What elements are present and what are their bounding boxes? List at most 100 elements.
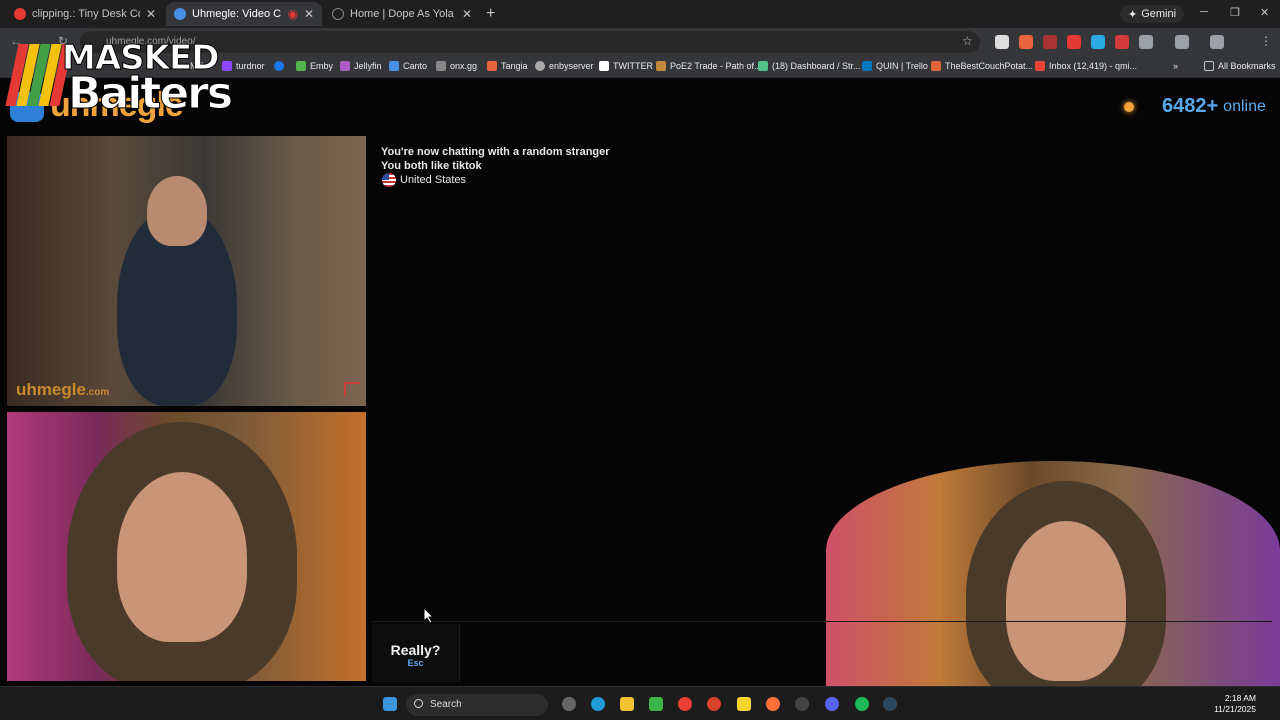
tab-dope-as-yola[interactable]: Home | Dope As Yola ✕ (324, 2, 480, 26)
page-content: uhmegle 6482+ online uhmegle.com You're … (0, 38, 1280, 686)
onx-icon (436, 61, 446, 71)
chrome-icon[interactable] (678, 697, 692, 711)
steam-icon[interactable] (883, 697, 897, 711)
bookmark-label: Emby (310, 61, 334, 71)
tab-title: Home | Dope As Yola (350, 8, 454, 20)
bookmark-item[interactable]: Jellyfin (340, 61, 382, 71)
bookmark-item[interactable]: enbyserver (535, 61, 594, 71)
online-dot-icon (1124, 101, 1134, 112)
bookmark-label: onx.gg (450, 61, 478, 71)
tab-clipping[interactable]: clipping.: Tiny Desk Concert - Y ✕ (6, 2, 164, 26)
extension-seven-icon[interactable] (1091, 35, 1105, 49)
discord-icon[interactable] (825, 697, 839, 711)
close-window-button[interactable]: ✕ (1260, 6, 1269, 19)
watermark-text: uhmegle (16, 380, 86, 399)
reading-list-icon[interactable] (1210, 35, 1224, 49)
restore-button[interactable]: ❐ (1230, 6, 1240, 19)
bookmark-item[interactable]: QUIN | Trello (862, 61, 928, 71)
recording-icon: ◉ (287, 7, 298, 21)
spotify-icon[interactable] (855, 697, 869, 711)
chat-common-interest: You both like tiktok (381, 160, 482, 172)
bookmark-label: turdnor (236, 61, 265, 71)
uhmegle-favicon-icon (174, 8, 186, 20)
gmail-icon (1035, 61, 1045, 71)
extension-red-icon[interactable] (1115, 35, 1129, 49)
clock-time: 2:18 AM (1224, 693, 1256, 703)
sticky-notes-icon[interactable] (737, 697, 751, 711)
bookmark-item[interactable]: Tangia (487, 61, 528, 71)
bookmark-item[interactable]: onx.gg (436, 61, 477, 71)
trello-icon (862, 61, 872, 71)
extension-youtube-icon[interactable] (1067, 35, 1081, 49)
country-name: United States (400, 174, 467, 186)
extension-orange-icon[interactable] (1019, 35, 1033, 49)
all-bookmarks-button[interactable]: All Bookmarks (1204, 61, 1276, 71)
browser-tab-strip: clipping.: Tiny Desk Concert - Y ✕ Uhmeg… (0, 0, 1280, 28)
file-explorer-icon[interactable] (620, 697, 634, 711)
poe-icon (656, 61, 666, 71)
close-tab-icon[interactable]: ✕ (146, 7, 156, 21)
bookmark-item[interactable]: (18) Dashboard / Str... (758, 61, 861, 71)
bookmark-label: TheBestCouchPotat... (945, 61, 1034, 71)
tab-title: clipping.: Tiny Desk Concert - Y (32, 8, 140, 20)
globe-icon (535, 61, 545, 71)
minimize-button[interactable]: ─ (1200, 6, 1208, 18)
dashboard-icon (758, 61, 768, 71)
facebook-icon (274, 61, 284, 71)
windows-start-icon[interactable] (383, 697, 397, 711)
bookmark-item[interactable]: Canto (389, 61, 427, 71)
bookmark-label: TWITTER (613, 61, 653, 71)
x-twitter-icon (599, 61, 609, 71)
edge-icon[interactable] (591, 697, 605, 711)
extensions-puzzle-icon[interactable] (1139, 35, 1153, 49)
stop-button[interactable]: Really? Esc (372, 624, 460, 682)
folder-icon (389, 61, 399, 71)
bookmark-item[interactable]: TWITTER (599, 61, 653, 71)
firefox-icon[interactable] (766, 697, 780, 711)
extension-badge-icon[interactable] (1043, 35, 1057, 49)
youtube-favicon-icon (14, 8, 26, 20)
jellyfin-icon (340, 61, 350, 71)
new-tab-button[interactable]: + (486, 5, 495, 23)
stop-button-label: Really? (390, 642, 441, 658)
us-flag-icon (382, 173, 396, 187)
bookmark-label: PoE2 Trade - Path of... (670, 61, 762, 71)
play-icon[interactable] (649, 697, 663, 711)
self-video (7, 412, 366, 681)
task-view-icon[interactable] (562, 697, 576, 711)
loading-favicon-icon (332, 8, 344, 20)
bookmarks-overflow-icon[interactable]: » (1173, 61, 1178, 71)
bookmark-item[interactable]: PoE2 Trade - Path of... (656, 61, 762, 71)
bookmark-label: QUIN | Trello (876, 61, 928, 71)
chrome-menu-icon[interactable]: ⋮ (1260, 34, 1272, 48)
extension-k-icon[interactable] (995, 35, 1009, 49)
bookmark-item[interactable]: Inbox (12,419) - qmi... (1035, 61, 1137, 71)
online-label: online (1223, 97, 1266, 115)
bookmark-item[interactable]: Emby (296, 61, 333, 71)
bookmark-label: Jellyfin (354, 61, 382, 71)
gemini-button[interactable]: ✦ Gemini (1120, 5, 1185, 23)
bookmark-label: Canto (403, 61, 428, 71)
close-tab-icon[interactable]: ✕ (304, 7, 314, 21)
close-tab-icon[interactable]: ✕ (462, 7, 472, 21)
cast-icon[interactable] (1175, 35, 1189, 49)
bookmark-label: Tangia (501, 61, 528, 71)
windows-taskbar: Search 2:18 AM 11/21/2025 (0, 686, 1280, 720)
taskbar-search[interactable]: Search (406, 694, 548, 716)
bookmark-label: (18) Dashboard / Str... (772, 61, 861, 71)
chat-system-message: You're now chatting with a random strang… (381, 146, 610, 158)
app-red-icon[interactable] (707, 697, 721, 711)
online-count: 6482+ (1162, 95, 1219, 117)
bookmark-star-icon[interactable]: ☆ (962, 34, 973, 48)
bookmark-item[interactable]: TheBestCouchPotat... (931, 61, 1033, 71)
message-input[interactable] (462, 624, 822, 682)
bookmark-item[interactable] (274, 61, 288, 71)
tab-uhmegle[interactable]: Uhmegle: Video Chat | Rand ◉ ✕ (166, 2, 322, 26)
taskbar-clock[interactable]: 2:18 AM 11/21/2025 (1214, 693, 1256, 715)
report-flag-icon[interactable] (344, 382, 360, 396)
masked-baiters-overlay-logo: MASKED Baiters (5, 38, 234, 120)
app-dark-icon[interactable] (795, 697, 809, 711)
watermark-suffix: .com (85, 387, 110, 398)
search-label: Search (430, 699, 462, 710)
folder-icon (1204, 61, 1214, 71)
